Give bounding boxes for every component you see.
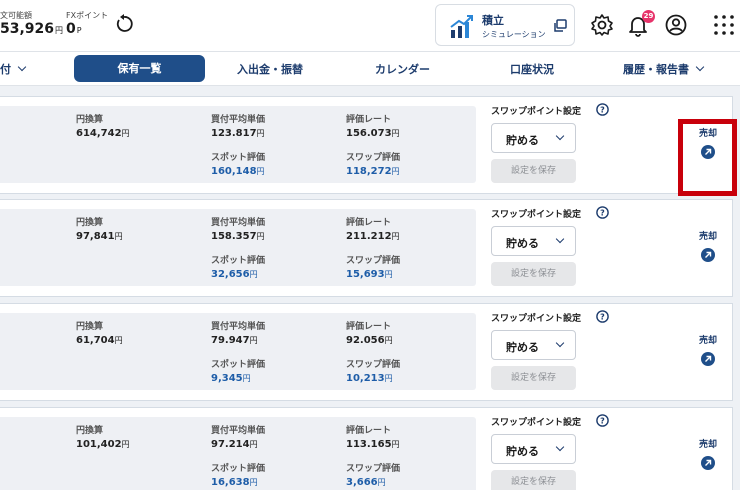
- chevron-down-icon: [555, 442, 565, 452]
- yen-conv-value: 61,704円: [76, 335, 123, 346]
- gear-icon[interactable]: [590, 13, 614, 37]
- sell-highlight-box: [678, 119, 737, 196]
- svg-text:?: ?: [600, 417, 605, 426]
- label-yen-conv: 円換算: [76, 115, 104, 125]
- tab-history-reports[interactable]: 履歴・報告書: [623, 61, 705, 77]
- label-avg-price: 買付平均単価: [211, 322, 266, 332]
- sell-button[interactable]: 売却: [688, 437, 728, 470]
- help-icon[interactable]: ?: [596, 310, 609, 323]
- label-rate: 評価レート: [346, 426, 392, 436]
- label-yen-conv: 円換算: [76, 426, 104, 436]
- save-setting-button[interactable]: 設定を保存: [491, 470, 576, 490]
- swap-eval-value: 10,213円: [346, 373, 393, 384]
- rate-value: 211.212円: [346, 231, 400, 242]
- avg-price-value: 79.947円: [211, 335, 258, 346]
- tsumitate-subtitle: シミュレーション: [482, 30, 546, 39]
- svg-text:?: ?: [600, 106, 605, 115]
- tsumitate-simulation-button[interactable]: 積立 シミュレーション: [435, 4, 575, 46]
- tab-holdings[interactable]: 保有一覧: [74, 55, 205, 82]
- sell-button[interactable]: 売却: [688, 333, 728, 366]
- label-spot-eval: スポット評価: [211, 360, 266, 370]
- svg-text:?: ?: [600, 313, 605, 322]
- tab-deposit-withdraw[interactable]: 入出金・振替: [237, 61, 303, 77]
- tsumitate-title: 積立: [482, 14, 504, 27]
- help-icon[interactable]: ?: [596, 103, 609, 116]
- chevron-down-icon: [17, 62, 27, 72]
- main-nav: 付 保有一覧 入出金・振替 カレンダー 口座状況 履歴・報告書: [0, 52, 740, 86]
- swap-eval-value: 118,272円: [346, 166, 400, 177]
- label-avg-price: 買付平均単価: [211, 218, 266, 228]
- yen-conv-value: 97,841円: [76, 231, 123, 242]
- tab-account-status[interactable]: 口座状況: [510, 61, 554, 77]
- chevron-down-icon: [555, 338, 565, 348]
- spot-eval-value: 9,345円: [211, 373, 251, 384]
- svg-text:?: ?: [600, 209, 605, 218]
- label-spot-eval: スポット評価: [211, 464, 266, 474]
- swap-option-select[interactable]: 貯める: [491, 330, 576, 360]
- chevron-down-icon: [695, 62, 705, 72]
- fx-point-value: 0P: [66, 21, 82, 37]
- arrow-up-right-icon: [701, 352, 715, 366]
- fx-point-label: FXポイント: [66, 11, 109, 20]
- balance-value: 53,926円: [0, 21, 64, 37]
- holding-row-1: 円換算 614,742円 買付平均単価 123.817円 評価レート 156.0…: [0, 96, 733, 194]
- label-spot-eval: スポット評価: [211, 153, 266, 163]
- swap-setting-title: スワップポイント設定: [491, 210, 582, 220]
- save-setting-button[interactable]: 設定を保存: [491, 159, 576, 183]
- avg-price-value: 123.817円: [211, 128, 265, 139]
- label-yen-conv: 円換算: [76, 218, 104, 228]
- label-spot-eval: スポット評価: [211, 256, 266, 266]
- save-setting-button[interactable]: 設定を保存: [491, 262, 576, 286]
- chevron-down-icon: [555, 234, 565, 244]
- rate-value: 92.056円: [346, 335, 393, 346]
- user-account-icon[interactable]: [664, 13, 688, 37]
- yen-conv-value: 614,742円: [76, 128, 130, 139]
- help-icon[interactable]: ?: [596, 206, 609, 219]
- swap-eval-value: 15,693円: [346, 269, 393, 280]
- swap-option-select[interactable]: 貯める: [491, 226, 576, 256]
- arrow-up-right-icon: [701, 248, 715, 262]
- swap-setting-title: スワップポイント設定: [491, 418, 582, 428]
- label-swap-eval: スワップ評価: [346, 153, 401, 163]
- notification-badge: 29: [642, 10, 655, 23]
- holding-row-4: 円換算 101,402円 買付平均単価 97.214円 評価レート 113.16…: [0, 407, 733, 490]
- grid-menu-icon[interactable]: [712, 13, 736, 37]
- label-swap-eval: スワップ評価: [346, 256, 401, 266]
- new-window-icon: [554, 19, 567, 32]
- tab-calendar[interactable]: カレンダー: [375, 61, 430, 77]
- arrow-up-right-icon: [701, 456, 715, 470]
- app-header: 文可能額 53,926円 FXポイント 0P 積立 シミュレーション 29: [0, 0, 740, 52]
- label-rate: 評価レート: [346, 218, 392, 228]
- label-yen-conv: 円換算: [76, 322, 104, 332]
- balance-label: 文可能額: [0, 11, 32, 20]
- label-rate: 評価レート: [346, 115, 392, 125]
- swap-eval-value: 3,666円: [346, 477, 386, 488]
- chevron-down-icon: [555, 131, 565, 141]
- help-icon[interactable]: ?: [596, 414, 609, 427]
- label-swap-eval: スワップ評価: [346, 464, 401, 474]
- swap-option-select[interactable]: 貯める: [491, 434, 576, 464]
- label-swap-eval: スワップ評価: [346, 360, 401, 370]
- spot-eval-value: 16,638円: [211, 477, 258, 488]
- spot-eval-value: 160,148円: [211, 166, 265, 177]
- rate-value: 156.073円: [346, 128, 400, 139]
- holding-row-3: 円換算 61,704円 買付平均単価 79.947円 評価レート 92.056円…: [0, 303, 733, 401]
- label-avg-price: 買付平均単価: [211, 426, 266, 436]
- swap-setting-title: スワップポイント設定: [491, 314, 582, 324]
- swap-setting-title: スワップポイント設定: [491, 107, 582, 117]
- nav-item-partial[interactable]: 付: [0, 61, 27, 77]
- label-avg-price: 買付平均単価: [211, 115, 266, 125]
- spot-eval-value: 32,656円: [211, 269, 258, 280]
- sell-button[interactable]: 売却: [688, 229, 728, 262]
- growth-chart-icon: [450, 15, 473, 38]
- rate-value: 113.165円: [346, 439, 400, 450]
- refresh-icon[interactable]: [114, 14, 134, 34]
- avg-price-value: 158.357円: [211, 231, 265, 242]
- save-setting-button[interactable]: 設定を保存: [491, 366, 576, 390]
- swap-option-select[interactable]: 貯める: [491, 123, 576, 153]
- avg-price-value: 97.214円: [211, 439, 258, 450]
- label-rate: 評価レート: [346, 322, 392, 332]
- yen-conv-value: 101,402円: [76, 439, 130, 450]
- holding-row-2: 円換算 97,841円 買付平均単価 158.357円 評価レート 211.21…: [0, 199, 733, 297]
